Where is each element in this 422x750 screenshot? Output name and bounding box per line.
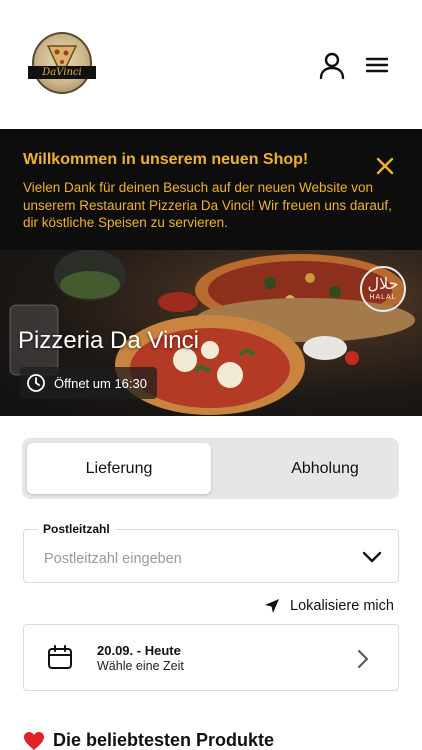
hamburger-menu-icon[interactable] bbox=[364, 53, 390, 79]
restaurant-name: Pizzeria Da Vinci bbox=[18, 327, 199, 354]
locate-me-button[interactable]: Lokalisiere mich bbox=[264, 598, 394, 614]
postal-code-field[interactable]: Postleitzahl Postleitzahl eingeben bbox=[23, 522, 399, 583]
postal-code-placeholder: Postleitzahl eingeben bbox=[44, 551, 182, 567]
halal-badge: حلال HALAL bbox=[360, 266, 406, 312]
logo-banner: DaVinci bbox=[28, 66, 96, 79]
close-icon[interactable] bbox=[374, 155, 396, 177]
tab-pickup[interactable]: Abholung bbox=[233, 443, 417, 494]
announcement-banner: Willkommen in unserem neuen Shop! Vielen… bbox=[0, 129, 422, 250]
announcement-text: Vielen Dank für deinen Besuch auf der ne… bbox=[23, 180, 392, 230]
tab-delivery[interactable]: Lieferung bbox=[27, 443, 211, 494]
logo[interactable]: DaVinci bbox=[28, 32, 96, 96]
order-type-toggle: Lieferung Abholung bbox=[22, 438, 399, 499]
popular-products-heading: Die beliebtesten Produkte bbox=[23, 730, 274, 750]
popular-products-title: Die beliebtesten Produkte bbox=[53, 730, 275, 750]
opening-status-text: Öffnet um 16:30 bbox=[54, 375, 147, 391]
hero-image: حلال HALAL Pizzeria Da Vinci Öffnet um 1… bbox=[0, 250, 422, 416]
opening-status: Öffnet um 16:30 bbox=[20, 367, 157, 399]
halal-badge-label: HALAL bbox=[369, 294, 397, 301]
postal-code-label: Postleitzahl bbox=[38, 522, 115, 536]
user-icon[interactable] bbox=[318, 52, 346, 80]
chevron-down-icon[interactable] bbox=[362, 550, 382, 564]
announcement-title: Willkommen in unserem neuen Shop! bbox=[23, 151, 309, 168]
chevron-right-icon bbox=[358, 650, 368, 668]
selected-date: 20.09. - Heute bbox=[97, 643, 181, 658]
calendar-icon bbox=[48, 645, 72, 669]
time-selector[interactable]: 20.09. - Heute Wähle eine Zeit bbox=[23, 624, 399, 691]
heart-icon bbox=[24, 731, 44, 750]
header: DaVinci bbox=[0, 0, 422, 129]
clock-icon bbox=[27, 374, 45, 392]
location-arrow-icon bbox=[265, 599, 279, 613]
locate-me-label: Lokalisiere mich bbox=[290, 598, 394, 614]
halal-badge-arabic: حلال bbox=[367, 274, 399, 293]
time-hint: Wähle eine Zeit bbox=[97, 659, 184, 673]
